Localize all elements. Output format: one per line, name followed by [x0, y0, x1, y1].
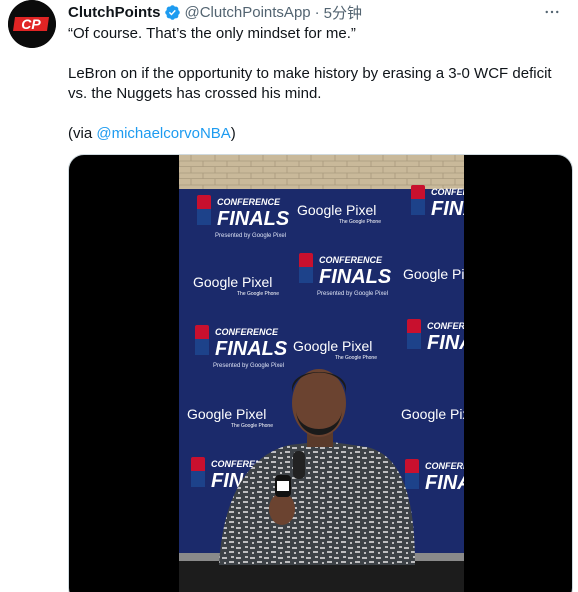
backdrop-logo: CONFERENCE FINALS — [405, 459, 464, 494]
separator-dot: · — [314, 3, 320, 21]
via-suffix: ) — [230, 125, 236, 142]
verified-badge-icon — [164, 4, 181, 21]
svg-text:FINALS: FINALS — [319, 266, 392, 288]
tweet-text: “Of course. That’s the only mindset for … — [68, 24, 568, 144]
via-prefix: (via — [68, 125, 97, 142]
backdrop-logo: CONFERENCE FINALS — [411, 185, 464, 220]
svg-text:CONFERENCE: CONFERENCE — [427, 321, 464, 331]
tweet-via: (via @michaelcorvoNBA) — [68, 124, 568, 144]
avatar-text: CP — [21, 16, 41, 32]
svg-text:FINALS: FINALS — [431, 198, 464, 220]
display-name[interactable]: ClutchPoints — [68, 4, 161, 21]
svg-text:Google Pixel: Google Pixel — [187, 406, 266, 422]
timestamp[interactable]: 5分钟 — [324, 2, 362, 23]
backdrop-logo: CONFERENCE FINALS — [407, 319, 464, 354]
video-frame[interactable]: CONFERENCE FINALS Presented by Google Pi… — [179, 155, 464, 592]
svg-text:FINALS: FINALS — [427, 332, 464, 354]
svg-text:FINALS: FINALS — [425, 472, 464, 494]
svg-text:The Google Phone: The Google Phone — [231, 423, 273, 429]
svg-text:CONFERENCE: CONFERENCE — [217, 197, 281, 207]
more-options-icon[interactable] — [542, 2, 562, 22]
tweet-header: ClutchPoints @ClutchPointsApp · 5分钟 — [68, 2, 562, 22]
via-mention-link[interactable]: @michaelcorvoNBA — [96, 125, 230, 142]
svg-text:Google Pixel: Google Pixel — [293, 338, 372, 354]
svg-text:The Google Phone: The Google Phone — [339, 219, 381, 225]
svg-text:FINALS: FINALS — [215, 338, 288, 360]
svg-text:Presented by Google Pixel: Presented by Google Pixel — [215, 233, 286, 239]
svg-text:Presented by Google Pixel: Presented by Google Pixel — [213, 363, 284, 369]
svg-text:CONFERENCE: CONFERENCE — [319, 255, 383, 265]
svg-text:The Google Phone: The Google Phone — [335, 355, 377, 361]
account-handle[interactable]: @ClutchPointsApp — [185, 4, 311, 21]
svg-text:Google Pixel: Google Pixel — [403, 266, 464, 282]
svg-text:Presented by Google Pixel: Presented by Google Pixel — [317, 291, 388, 297]
video-content: CONFERENCE FINALS Presented by Google Pi… — [179, 155, 464, 592]
svg-text:Google Pixel: Google Pixel — [297, 202, 376, 218]
tweet-quote: “Of course. That’s the only mindset for … — [68, 25, 356, 42]
svg-text:CONFERENCE: CONFERENCE — [425, 461, 464, 471]
svg-text:Google Pixel: Google Pixel — [193, 274, 272, 290]
svg-text:CONFERENCE: CONFERENCE — [215, 327, 279, 337]
clutchpoints-logo-icon: CP — [8, 0, 56, 48]
tweet[interactable]: CP ClutchPoints @ClutchPointsApp · 5分钟 “… — [0, 0, 578, 592]
video-player[interactable]: CONFERENCE FINALS Presented by Google Pi… — [68, 154, 573, 592]
svg-text:The Google Phone: The Google Phone — [237, 291, 279, 297]
svg-text:Google Pixel: Google Pixel — [401, 406, 464, 422]
svg-text:FINALS: FINALS — [217, 208, 290, 230]
svg-text:CONFERENCE: CONFERENCE — [431, 187, 464, 197]
tweet-body: LeBron on if the opportunity to make his… — [68, 65, 552, 102]
avatar[interactable]: CP — [8, 0, 56, 48]
